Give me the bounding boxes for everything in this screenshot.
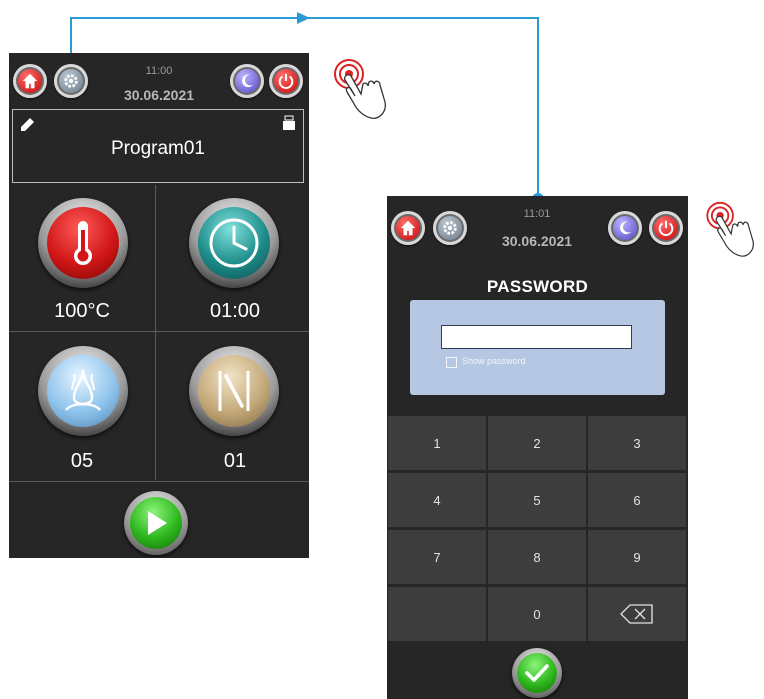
damper-dial[interactable] <box>189 346 279 436</box>
settings-button[interactable] <box>433 211 467 245</box>
damper-icon <box>218 371 250 411</box>
thermometer-icon <box>74 221 92 265</box>
clock-icon <box>209 218 259 268</box>
gear-icon <box>64 74 78 88</box>
standby-button[interactable] <box>230 64 264 98</box>
play-icon <box>148 511 167 535</box>
program-screen: 11:00 30.06.2021 Program01 100°C 01:00 0… <box>9 53 309 558</box>
backspace-icon <box>620 604 653 624</box>
home-button[interactable] <box>391 211 425 245</box>
temperature-value: 100°C <box>54 300 110 322</box>
program-name: Program01 <box>111 138 205 159</box>
header-date: 30.06.2021 <box>501 233 573 249</box>
check-icon <box>525 664 549 682</box>
key-5[interactable]: 5 <box>488 473 586 527</box>
moon-icon <box>619 221 632 235</box>
key-2[interactable]: 2 <box>488 416 586 470</box>
password-input[interactable] <box>441 325 632 349</box>
edit-icon[interactable] <box>20 116 36 132</box>
key-0[interactable]: 0 <box>488 587 586 641</box>
confirm-button[interactable] <box>512 648 562 698</box>
timer-value: 01:00 <box>209 300 261 322</box>
grid-divider <box>9 481 309 482</box>
connector-arrow-icon <box>297 12 310 24</box>
power-button[interactable] <box>649 211 683 245</box>
program-selector[interactable]: Program01 <box>12 109 304 183</box>
power-button[interactable] <box>269 64 303 98</box>
key-4[interactable]: 4 <box>388 473 486 527</box>
key-3[interactable]: 3 <box>588 416 686 470</box>
temperature-dial[interactable] <box>38 198 128 288</box>
password-screen: 11:01 30.06.2021 PASSWORD Show password … <box>387 196 688 699</box>
password-panel: Show password <box>410 300 665 395</box>
show-password-label[interactable]: Show password <box>462 356 526 366</box>
usb-icon <box>283 115 295 130</box>
tap-hand-icon <box>334 59 386 119</box>
key-empty <box>388 587 486 641</box>
tap-hand-icon <box>706 201 754 257</box>
standby-button[interactable] <box>608 211 642 245</box>
grid-divider <box>155 185 156 480</box>
header-date: 30.06.2021 <box>123 87 195 103</box>
key-7[interactable]: 7 <box>388 530 486 584</box>
start-button[interactable] <box>124 491 188 555</box>
grid-divider <box>9 331 309 332</box>
header-time: 11:01 <box>523 208 551 220</box>
damper-value: 01 <box>223 450 247 472</box>
home-icon <box>22 73 38 89</box>
show-password-checkbox[interactable] <box>446 357 457 368</box>
settings-button[interactable] <box>54 64 88 98</box>
key-9[interactable]: 9 <box>588 530 686 584</box>
key-1[interactable]: 1 <box>388 416 486 470</box>
moon-icon <box>241 74 254 88</box>
power-icon <box>658 220 674 236</box>
timer-dial[interactable] <box>189 198 279 288</box>
page-title: PASSWORD <box>486 277 589 296</box>
backspace-key[interactable] <box>588 587 686 641</box>
header-time: 11:00 <box>145 65 173 77</box>
gear-icon <box>443 221 457 235</box>
key-8[interactable]: 8 <box>488 530 586 584</box>
power-icon <box>278 73 294 89</box>
home-button[interactable] <box>13 64 47 98</box>
steam-dial[interactable] <box>38 346 128 436</box>
home-icon <box>400 220 416 236</box>
steam-icon <box>65 369 101 411</box>
key-6[interactable]: 6 <box>588 473 686 527</box>
steam-value: 05 <box>70 450 94 472</box>
